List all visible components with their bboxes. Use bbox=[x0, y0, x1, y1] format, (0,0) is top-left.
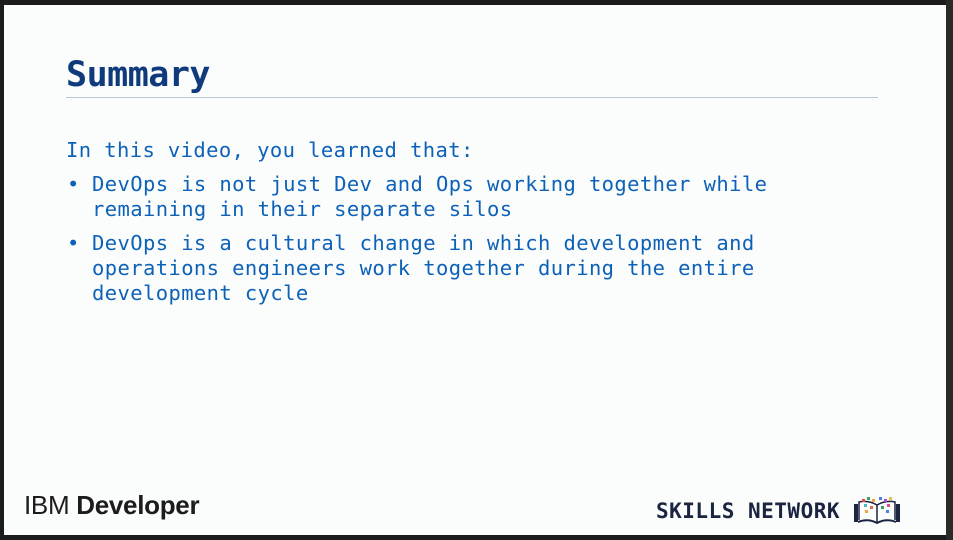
bullet-list: • DevOps is not just Dev and Ops working… bbox=[66, 172, 896, 306]
frame-edge bbox=[946, 0, 953, 540]
bullet-dot-icon: • bbox=[67, 231, 80, 255]
bullet-line: operations engineers work together durin… bbox=[92, 256, 755, 280]
skills-network-text: SKILLS NETWORK bbox=[656, 499, 841, 523]
title-divider bbox=[66, 97, 878, 98]
bullet-item: • DevOps is a cultural change in which d… bbox=[66, 231, 896, 306]
bullet-item: • DevOps is not just Dev and Ops working… bbox=[66, 172, 896, 222]
bullet-line: DevOps is a cultural change in which dev… bbox=[92, 231, 755, 255]
intro-text: In this video, you learned that: bbox=[66, 138, 474, 162]
bullet-line: DevOps is not just Dev and Ops working t… bbox=[92, 172, 768, 196]
slide-title: Summary bbox=[66, 55, 211, 95]
bullet-dot-icon: • bbox=[67, 172, 80, 196]
developer-logo-text: Developer bbox=[76, 490, 200, 520]
ibm-developer-logo: IBM Developer bbox=[24, 490, 200, 521]
ibm-logo-text: IBM bbox=[24, 490, 70, 520]
bullet-line: remaining in their separate silos bbox=[92, 197, 513, 221]
slide-content: In this video, you learned that: • DevOp… bbox=[66, 138, 896, 315]
bullet-line: development cycle bbox=[92, 281, 309, 305]
skills-network-book-icon bbox=[854, 497, 901, 525]
skills-network-logo: SKILLS NETWORK bbox=[656, 496, 902, 526]
